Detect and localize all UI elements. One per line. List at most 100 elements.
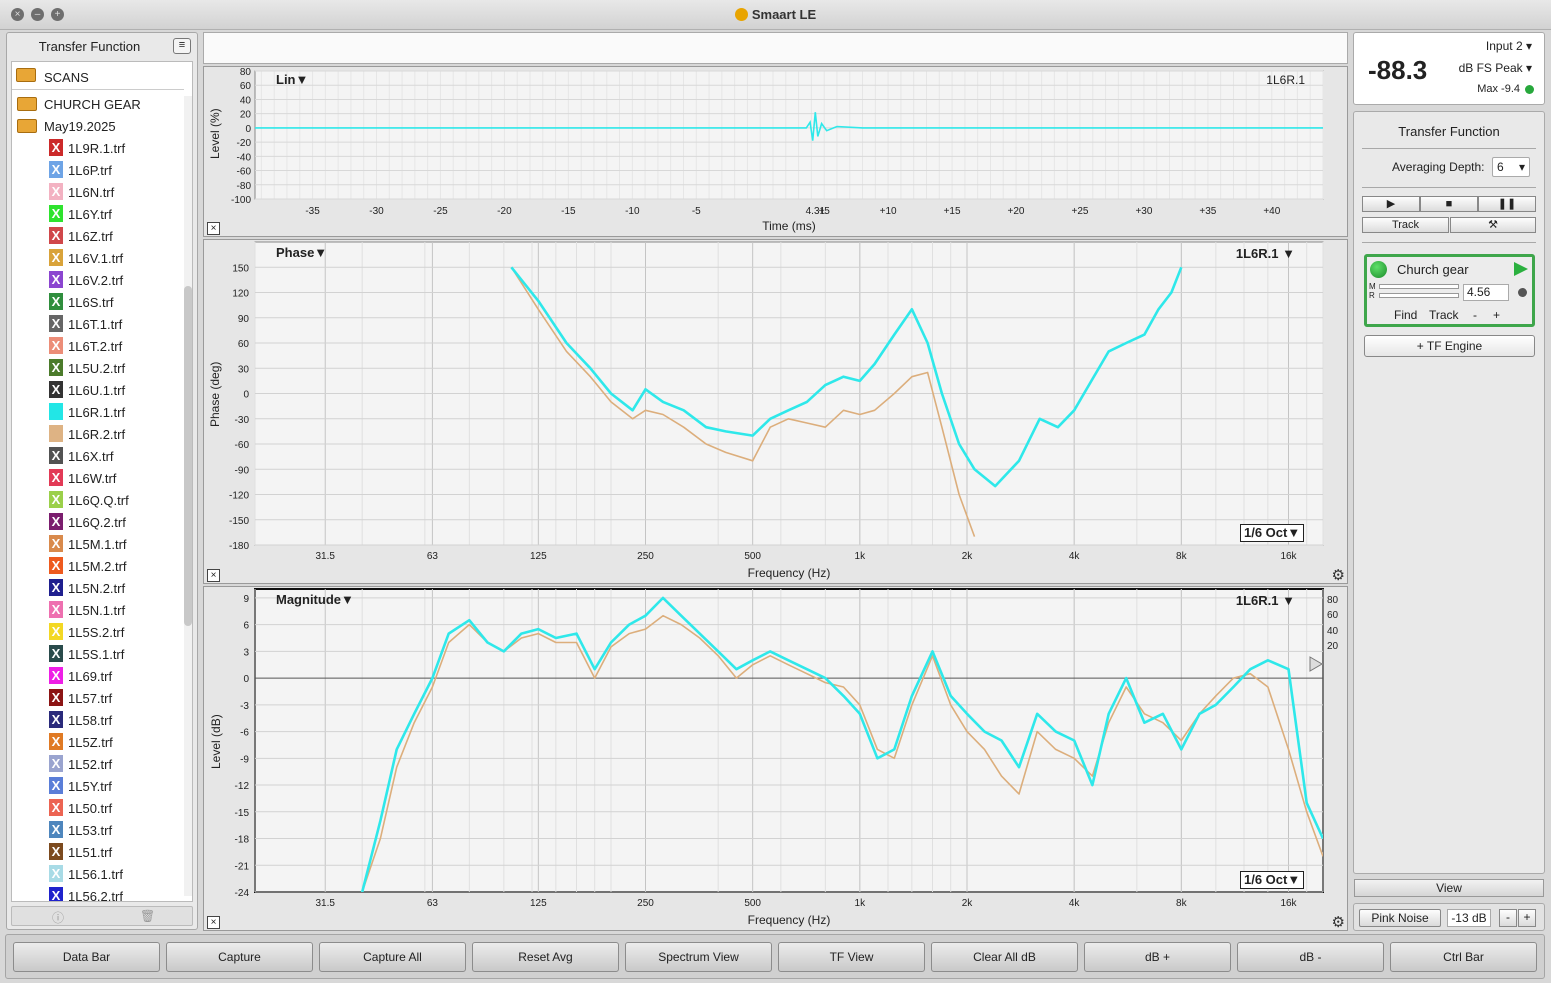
generator-level-down-button[interactable]: - [1499, 909, 1517, 927]
file-item[interactable]: X 1L56.1.trf [12, 863, 182, 885]
ctrl-bar-button[interactable]: Ctrl Bar [1390, 942, 1537, 972]
x-tick-label: -30 [369, 206, 384, 217]
file-browser[interactable]: SCANS CHURCH GEAR May19.2025 X 1L9R.1.trf X 1… [11, 61, 193, 902]
file-item[interactable]: X 1L6N.trf [12, 181, 182, 203]
tools-icon[interactable]: ⚒ [1450, 217, 1536, 233]
file-item[interactable]: X 1L53.trf [12, 819, 182, 841]
play-button[interactable]: ▶ [1362, 196, 1420, 212]
data-bar-button[interactable]: Data Bar [13, 942, 160, 972]
tf-engine-church-gear[interactable]: Church gear M R 4.56 Find Track - + [1364, 254, 1535, 327]
file-item[interactable]: X 1L6V.1.trf [12, 247, 182, 269]
input-meter[interactable]: -88.3 Input 2 ▾ dB FS Peak ▾ Max -9.4 [1353, 32, 1545, 105]
magnitude-type-menu[interactable]: Magnitude▼ [276, 592, 354, 607]
gear-icon[interactable]: ⚙ [1332, 913, 1345, 931]
file-item[interactable]: X 1L6V.2.trf [12, 269, 182, 291]
phase-trace-menu[interactable]: 1L6R.1 ▼ [1236, 246, 1295, 261]
file-item[interactable]: X 1L9R.1.trf [12, 137, 182, 159]
spectrum-view-button[interactable]: Spectrum View [625, 942, 772, 972]
file-item[interactable]: X 1L6Y.trf [12, 203, 182, 225]
impulse-type-menu[interactable]: Lin▼ [276, 72, 308, 87]
meter-mode-select[interactable]: dB FS Peak ▾ [1459, 61, 1532, 75]
capture-button[interactable]: Capture [166, 942, 313, 972]
clear-all-db-button[interactable]: Clear All dB [931, 942, 1078, 972]
file-list-scrollbar[interactable] [184, 96, 192, 896]
file-item[interactable]: X 1L5S.2.trf [12, 621, 182, 643]
capture-all-button[interactable]: Capture All [319, 942, 466, 972]
find-button[interactable]: Find [1394, 308, 1417, 322]
pink-noise-button[interactable]: Pink Noise [1359, 909, 1441, 927]
x-tick-label: -25 [433, 206, 448, 217]
impulse-response-plot[interactable]: 80 60 40 20 0 -20 -40 -60 -80 -100 -35 -30 -25 -20 -15… [203, 66, 1348, 237]
delay-plus-button[interactable]: + [1493, 308, 1500, 322]
file-item[interactable]: X 1L5Z.trf [12, 731, 182, 753]
magnitude-plot[interactable]: 31.5 63 125 250 500 1k 2k 4k 8k 16k 9 6 3 0 -3 -6 -9 -12-… [203, 586, 1348, 931]
view-button[interactable]: View [1354, 879, 1544, 897]
file-item[interactable]: X 1L5N.2.trf [12, 577, 182, 599]
record-icon[interactable] [1518, 288, 1527, 297]
stop-button[interactable]: ■ [1420, 196, 1478, 212]
file-item[interactable]: X 1L6P.trf [12, 159, 182, 181]
magnitude-smoothing-select[interactable]: 1/6 Oct▼ [1240, 871, 1305, 889]
file-item[interactable]: X 1L5M.1.trf [12, 533, 182, 555]
file-item[interactable]: X 1L57.trf [12, 687, 182, 709]
file-item[interactable]: X 1L51.trf [12, 841, 182, 863]
track-button[interactable]: Track [1362, 217, 1449, 233]
file-item[interactable]: X 1L5Y.trf [12, 775, 182, 797]
file-item[interactable]: 1L6R.1.trf [12, 401, 182, 423]
folder-item[interactable]: CHURCH GEAR [12, 93, 182, 115]
file-item[interactable]: X 1L58.trf [12, 709, 182, 731]
impulse-ylabel: Level (%) [208, 108, 222, 159]
file-item[interactable]: X 1L5N.1.trf [12, 599, 182, 621]
close-plot-icon[interactable]: × [207, 222, 220, 235]
reset-avg-button[interactable]: Reset Avg [472, 942, 619, 972]
delay-minus-button[interactable]: - [1473, 308, 1477, 322]
averaging-depth-select[interactable]: 6 ▾ [1492, 157, 1530, 177]
file-item[interactable]: X 1L6T.2.trf [12, 335, 182, 357]
file-item[interactable]: X 1L6S.trf [12, 291, 182, 313]
db-button[interactable]: dB + [1084, 942, 1231, 972]
file-item[interactable]: X 1L6Q.Q.trf [12, 489, 182, 511]
file-item[interactable]: X 1L6Q.2.trf [12, 511, 182, 533]
close-plot-icon[interactable]: × [207, 569, 220, 582]
input-select[interactable]: Input 2 ▾ [1486, 39, 1532, 53]
trash-icon[interactable]: 🗑 [140, 909, 155, 923]
file-item[interactable]: X 1L6U.1.trf [12, 379, 182, 401]
magnitude-trace-menu[interactable]: 1L6R.1 ▼ [1236, 593, 1295, 608]
scans-folder[interactable]: SCANS [12, 62, 192, 90]
file-item[interactable]: X 1L6X.trf [12, 445, 182, 467]
file-item[interactable]: X 1L52.trf [12, 753, 182, 775]
sidebar-menu-icon[interactable]: ≡ [173, 38, 191, 54]
phase-smoothing-select[interactable]: 1/6 Oct▼ [1240, 524, 1305, 542]
file-item[interactable]: X 1L6T.1.trf [12, 313, 182, 335]
file-item[interactable]: X 1L56.2.trf [12, 885, 182, 901]
add-tf-engine-button[interactable]: + TF Engine [1364, 335, 1535, 357]
delay-value-field[interactable]: 4.56 [1463, 284, 1509, 301]
file-item[interactable]: X 1L5M.2.trf [12, 555, 182, 577]
gear-icon[interactable]: ⚙ [1332, 566, 1345, 584]
close-plot-icon[interactable]: × [207, 916, 220, 929]
delay-track-button[interactable]: Track [1429, 308, 1459, 322]
reference-level-bar [1379, 293, 1459, 298]
file-item[interactable]: X 1L5S.1.trf [12, 643, 182, 665]
generator-level-field[interactable]: -13 dB [1447, 909, 1491, 927]
db-button[interactable]: dB - [1237, 942, 1384, 972]
file-item[interactable]: X 1L50.trf [12, 797, 182, 819]
phase-plot[interactable]: 31.5 63 125 250 500 1k 2k 4k 8k 16k 150 120 90 60 30 0 -… [203, 239, 1348, 584]
file-item[interactable]: X 1L5U.2.trf [12, 357, 182, 379]
file-item[interactable]: X 1L6W.trf [12, 467, 182, 489]
tf-view-button[interactable]: TF View [778, 942, 925, 972]
engine-play-icon[interactable] [1514, 262, 1528, 276]
impulse-svg[interactable]: 80 60 40 20 0 -20 -40 -60 -80 -100 -35 -30 -25 -20 -15… [204, 67, 1349, 238]
file-item[interactable]: X 1L6Z.trf [12, 225, 182, 247]
magnitude-svg[interactable]: 31.5 63 125 250 500 1k 2k 4k 8k 16k9630-3-6-9-12-… [204, 587, 1349, 932]
pause-button[interactable]: ❚❚ [1478, 196, 1536, 212]
info-icon[interactable]: ⓘ [52, 909, 64, 926]
engine-on-led[interactable] [1370, 261, 1387, 278]
file-item[interactable]: X 1L69.trf [12, 665, 182, 687]
folder-item[interactable]: May19.2025 [12, 115, 182, 137]
phase-type-menu[interactable]: Phase▼ [276, 245, 327, 260]
phase-svg[interactable]: 31.5 63 125 250 500 1k 2k 4k 8k 16k 150 120 90 60 30 0 -… [204, 240, 1349, 585]
scrollbar-thumb[interactable] [184, 286, 192, 626]
generator-level-up-button[interactable]: + [1518, 909, 1536, 927]
file-item[interactable]: 1L6R.2.trf [12, 423, 182, 445]
